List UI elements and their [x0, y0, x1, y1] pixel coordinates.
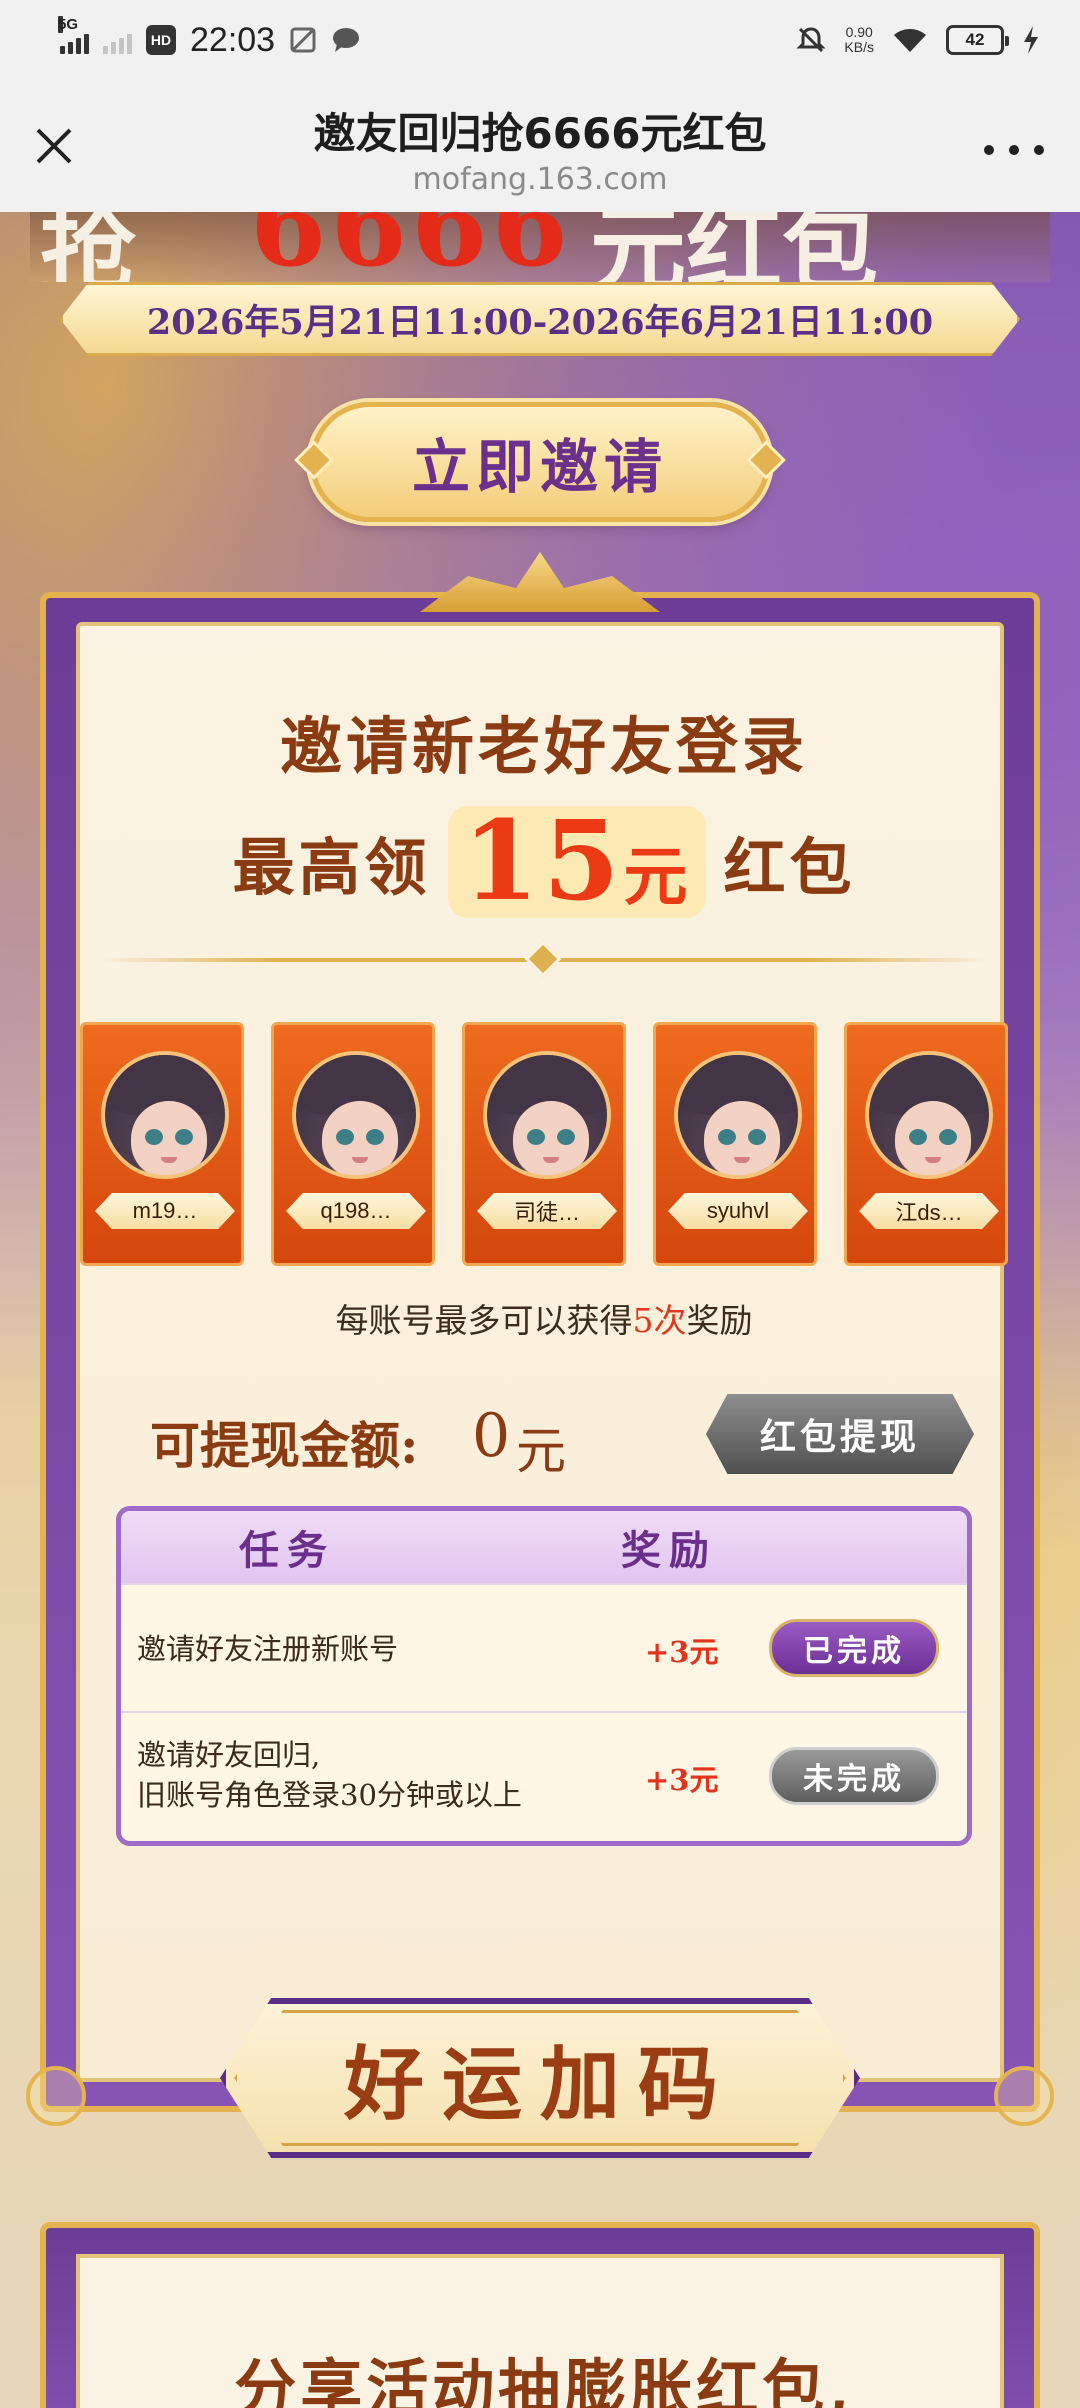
crest-ornament-icon — [420, 552, 660, 612]
task-reward: +3元 — [645, 1763, 719, 1797]
headline-prefix: 最高领 — [232, 831, 431, 904]
corner-ornament-icon — [26, 2066, 86, 2126]
avatar — [101, 1051, 229, 1179]
browser-title-bar: 邀友回归抢6666元红包 mofang.163.com — [0, 80, 1080, 212]
hd-icon: HD — [146, 25, 176, 55]
withdraw-button[interactable]: 红包提现 — [706, 1394, 974, 1474]
clock: 22:03 — [190, 20, 276, 59]
banner-decor-char: 元红包 — [590, 212, 878, 282]
limit-note-count: 5次 — [632, 1301, 687, 1340]
luck-banner: 好运加码 — [220, 1998, 860, 2158]
status-left: 5G HD 22:03 — [58, 16, 361, 62]
invite-now-button[interactable]: 立即邀请 — [294, 402, 786, 522]
headline-line2: 最高领 15 元 红包 — [80, 806, 1008, 918]
avatar — [483, 1051, 611, 1179]
header-reward: 奖励 — [621, 1527, 717, 1574]
invite-button-label: 立即邀请 — [411, 433, 668, 501]
headline-line1: 邀请新老好友登录 — [279, 710, 808, 783]
task-desc-line1: 邀请好友回归, — [137, 1738, 321, 1772]
page-title: 邀友回归抢6666元红包 — [313, 109, 767, 158]
friend-card[interactable]: m19… — [80, 1022, 244, 1266]
avatar — [674, 1051, 802, 1179]
mute-icon — [796, 27, 827, 53]
divider-gem-icon — [524, 940, 562, 978]
webview-content[interactable]: 抢 6666 元红包 2026年5月21日11:00-2026年6月21日11:… — [0, 212, 1080, 2408]
net-speed-value: 0.90 — [845, 24, 873, 40]
task-desc: 邀请好友回归, 旧账号角色登录30分钟或以上 — [137, 1735, 522, 1815]
hero-banner-fragment: 抢 6666 元红包 — [30, 212, 1050, 282]
task-desc: 邀请好友注册新账号 — [137, 1632, 399, 1666]
task-reward: +3元 — [645, 1635, 719, 1669]
more-dot-icon — [1009, 145, 1019, 155]
net-speed: 0.90 KB/s — [844, 25, 874, 55]
net-speed-unit: KB/s — [844, 39, 874, 55]
battery-icon: 42 — [946, 25, 1009, 55]
friend-card[interactable]: 江ds… — [844, 1022, 1008, 1266]
invite-card: 邀请新老好友登录 最高领 15 元 红包 m19… q198… 司徒… syuh… — [26, 552, 1054, 2126]
status-bar: 5G HD 22:03 0.90 KB/s 42 — [0, 0, 1080, 80]
share-card: 分享活动抽膨胀红包, — [40, 2222, 1040, 2408]
limit-note-prefix: 每账号最多可以获得 — [335, 1301, 633, 1340]
header-task: 任务 — [239, 1527, 335, 1574]
card-inner: 邀请新老好友登录 最高领 15 元 红包 m19… q198… 司徒… syuh… — [76, 622, 1008, 2082]
reward-limit-note: 每账号最多可以获得5次奖励 — [80, 1294, 1008, 1342]
task-table: 任务 奖励 邀请好友注册新账号 +3元 已完成 邀请好友回归, 旧账号角色登录3… — [116, 1506, 972, 1846]
table-row: 邀请好友注册新账号 +3元 已完成 — [121, 1583, 967, 1711]
share-card-title: 分享活动抽膨胀红包, — [234, 2352, 854, 2408]
signal-secondary-icon — [103, 26, 132, 54]
screenshot-icon — [290, 27, 316, 53]
task-status-incomplete[interactable]: 未完成 — [769, 1747, 939, 1805]
headline-suffix: 红包 — [723, 831, 856, 904]
friend-card[interactable]: 司徒… — [462, 1022, 626, 1266]
task-status-completed[interactable]: 已完成 — [769, 1619, 939, 1677]
headline-amount: 15 — [462, 796, 624, 925]
event-date-range: 2026年5月21日11:00-2026年6月21日11:00 — [60, 282, 1020, 356]
invite-headline: 邀请新老好友登录 最高领 15 元 红包 — [80, 696, 1008, 918]
banner-decor-char: 抢 — [40, 212, 136, 282]
withdrawable-label: 可提现金额: — [150, 1416, 419, 1475]
withdrawable-unit: 元 — [516, 1422, 566, 1480]
task-desc-line2: 旧账号角色登录30分钟或以上 — [137, 1778, 522, 1812]
avatar — [292, 1051, 420, 1179]
corner-ornament-icon — [994, 2066, 1054, 2126]
charging-icon — [1024, 26, 1038, 54]
more-dot-icon — [984, 145, 994, 155]
friend-card[interactable]: q198… — [271, 1022, 435, 1266]
page-url: mofang.163.com — [412, 162, 668, 197]
message-icon — [333, 28, 360, 52]
limit-note-suffix: 奖励 — [686, 1301, 753, 1340]
friend-name: syuhvl — [668, 1193, 808, 1229]
wifi-icon — [894, 29, 926, 52]
headline-unit: 元 — [623, 840, 692, 915]
task-table-header: 任务 奖励 — [121, 1511, 967, 1583]
table-row: 邀请好友回归, 旧账号角色登录30分钟或以上 +3元 未完成 — [121, 1711, 967, 1839]
more-dot-icon — [1034, 145, 1044, 155]
signal-5g-icon: 5G — [58, 16, 89, 54]
more-menu-button[interactable] — [984, 130, 1044, 170]
luck-banner-label: 好运加码 — [344, 2037, 736, 2131]
friend-name: 江ds… — [859, 1193, 999, 1229]
status-right: 0.90 KB/s 42 — [796, 18, 1040, 62]
friend-name: m19… — [95, 1193, 235, 1229]
withdrawable-amount: 0 — [472, 1401, 511, 1471]
friend-card[interactable]: syuhvl — [653, 1022, 817, 1266]
network-type: 5G — [58, 16, 79, 33]
invited-friends-list: m19… q198… 司徒… syuhvl 江ds… — [80, 1022, 1008, 1266]
banner-amount: 6666 — [250, 212, 573, 282]
friend-name: 司徒… — [477, 1193, 617, 1229]
avatar — [865, 1051, 993, 1179]
headline-money: 15 元 — [448, 796, 706, 925]
friend-name: q198… — [286, 1193, 426, 1229]
card-inner: 分享活动抽膨胀红包, — [76, 2254, 1004, 2408]
